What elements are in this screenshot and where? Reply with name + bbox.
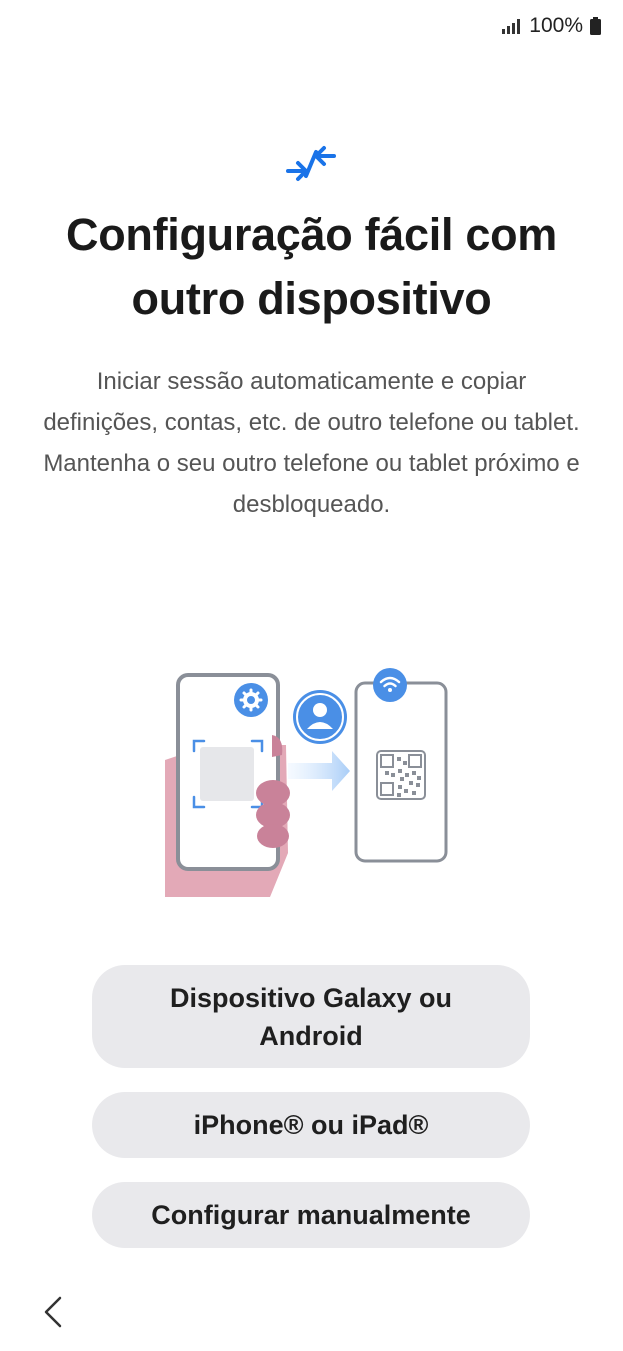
chevron-left-icon[interactable]: [38, 1292, 68, 1332]
page-title: Configuração fácil com outro dispositivo: [66, 209, 557, 324]
battery-full-icon: [590, 17, 601, 35]
arrow-right-icon: [288, 751, 350, 791]
user-avatar-icon: [293, 690, 347, 744]
wifi-icon: [373, 668, 407, 702]
setup-manually-button[interactable]: Configurar manualmente: [92, 1182, 530, 1248]
galaxy-android-button[interactable]: Dispositivo Galaxy ou Android: [92, 965, 530, 1068]
status-bar: 100%: [502, 14, 601, 38]
transfer-illustration: [165, 668, 448, 897]
settings-gear-icon: [234, 683, 268, 717]
transfer-arrows-icon: [286, 146, 336, 181]
page-description: Iniciar sessão automaticamente e copiar …: [43, 368, 580, 518]
signal-bars-icon: [502, 18, 521, 34]
phone-in-hand-icon: [165, 673, 290, 897]
battery-percentage: 100%: [529, 14, 583, 37]
iphone-ipad-button[interactable]: iPhone® ou iPad®: [92, 1092, 530, 1158]
